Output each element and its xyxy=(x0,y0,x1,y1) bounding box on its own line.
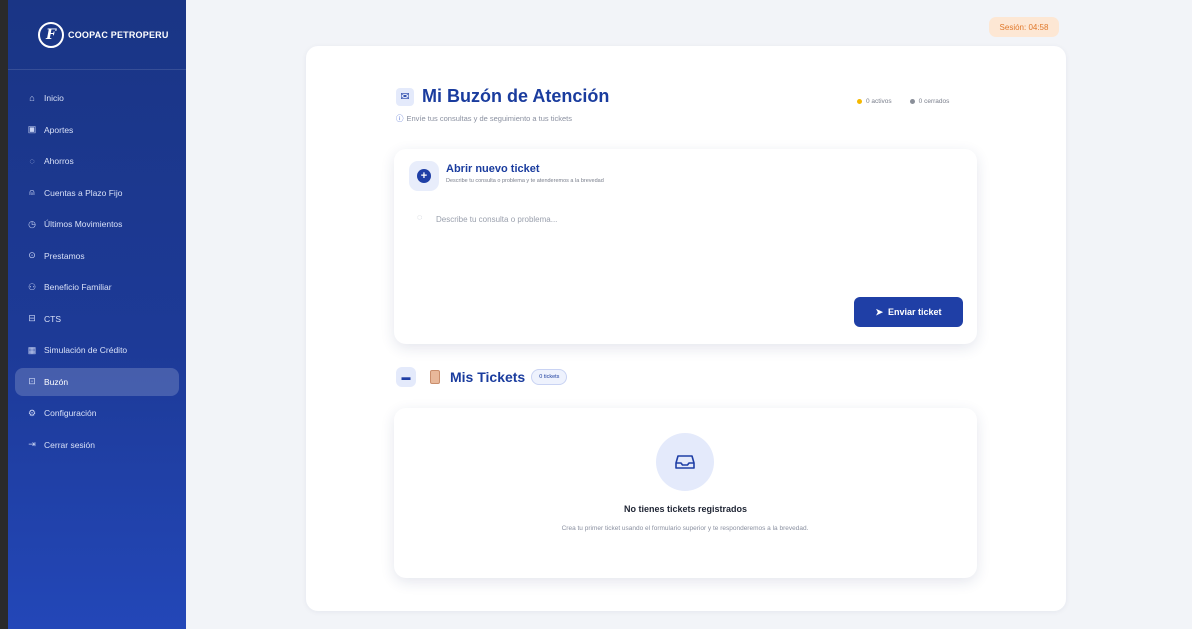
clock-icon: ◷ xyxy=(28,218,36,229)
inbox-tray-icon xyxy=(675,455,695,469)
session-timer: Sesión: 04:58 xyxy=(989,17,1059,37)
gear-icon: ⚙ xyxy=(27,407,37,418)
sidebar-item-label: CTS xyxy=(44,313,61,324)
sidebar-item-aportes[interactable]: ▣ Aportes xyxy=(15,116,179,144)
window-edge xyxy=(0,0,8,629)
sidebar-item-label: Inicio xyxy=(44,93,64,103)
mailbox-panel: ✉ Mi Buzón de Atención ⓘ Envíe tus consul… xyxy=(306,46,1066,611)
my-tickets-header: ▬ Mis Tickets 0 tickets xyxy=(396,367,568,387)
family-icon: ⚇ xyxy=(27,281,37,292)
page-title: Mi Buzón de Atención xyxy=(422,86,610,106)
inbox-icon: ⊡ xyxy=(28,376,36,386)
ticket-message-input[interactable] xyxy=(416,211,916,227)
sidebar-item-label: Simulación de Crédito xyxy=(44,345,128,355)
add-ticket-icon-wrap: + xyxy=(409,161,439,191)
clipboard-icon xyxy=(430,370,440,384)
home-icon: ⌂ xyxy=(29,93,35,103)
empty-state-description: Crea tu primer ticket usando el formular… xyxy=(561,525,809,532)
piggy-bank-icon: ◌ xyxy=(29,156,35,166)
envelope-icon: ✉ xyxy=(396,87,414,106)
sidebar-item-ultimos-movimientos[interactable]: ◷ Últimos Movimientos xyxy=(15,210,179,238)
my-tickets-title: Mis Tickets xyxy=(450,369,526,385)
sidebar-item-label: Cuentas a Plazo Fijo xyxy=(44,187,123,198)
sidebar-item-label: Ahorros xyxy=(44,156,74,166)
new-ticket-subtitle: Describe tu consulta o problema y te ate… xyxy=(446,178,604,184)
sidebar-item-cts[interactable]: ⊟ CTS xyxy=(15,305,179,333)
briefcase-icon: ⊟ xyxy=(28,313,36,323)
sidebar-item-label: Beneficio Familiar xyxy=(44,282,112,292)
lock-icon: ⍝ xyxy=(29,187,35,197)
stat-active: 0 activos xyxy=(857,98,892,105)
paper-plane-icon: ➤ xyxy=(875,306,883,317)
calculator-icon: ▦ xyxy=(27,344,37,355)
main-content: Sesión: 04:58 ✉ Mi Buzón de Atención ⓘ En… xyxy=(186,0,1192,629)
subtitle-text: Envíe tus consultas y de seguimiento a t… xyxy=(406,114,573,123)
tickets-count-badge: 0 tickets xyxy=(531,369,568,385)
sidebar-item-label: Últimos Movimientos xyxy=(44,219,123,229)
stat-active-label: 0 activos xyxy=(866,98,892,105)
active-dot-icon xyxy=(857,98,862,104)
sidebar-item-simulacion-de-credito[interactable]: ▦ Simulación de Crédito xyxy=(15,336,179,364)
ticket-stats: 0 activos 0 cerrados xyxy=(857,98,949,105)
empty-state-title: No tienes tickets registrados xyxy=(623,504,748,514)
ticket-icon: ▬ xyxy=(396,367,416,387)
sidebar-item-label: Prestamos xyxy=(44,250,85,261)
new-ticket-title: Abrir nuevo ticket xyxy=(446,163,540,175)
sidebar-item-beneficio-familiar[interactable]: ⚇ Beneficio Familiar xyxy=(15,273,179,301)
stat-closed: 0 cerrados xyxy=(909,98,950,105)
send-ticket-button[interactable]: ➤ Enviar ticket xyxy=(854,297,963,327)
logout-icon: ⇥ xyxy=(28,439,36,449)
sidebar-item-label: Cerrar sesión xyxy=(44,439,96,450)
brand-logo: F COOPAC PETROPERU xyxy=(8,0,186,70)
empty-tickets-card: No tienes tickets registrados Crea tu pr… xyxy=(394,408,977,578)
money-icon: ▣ xyxy=(27,124,37,134)
new-ticket-card: + Abrir nuevo ticket Describe tu consult… xyxy=(394,149,977,344)
coin-icon: ⊙ xyxy=(28,250,36,260)
sidebar-item-label: Aportes xyxy=(44,124,74,135)
plus-icon: + xyxy=(417,169,431,183)
brand-name: COOPAC PETROPERU xyxy=(68,29,169,40)
stat-closed-label: 0 cerrados xyxy=(918,98,950,105)
empty-inbox-icon-wrap xyxy=(656,433,714,491)
sidebar-item-ahorros[interactable]: ◌ Ahorros xyxy=(15,147,179,175)
coopac-logo-icon: F xyxy=(38,21,64,48)
page-header: ✉ Mi Buzón de Atención xyxy=(396,86,609,107)
sidebar-item-inicio[interactable]: ⌂ Inicio xyxy=(15,84,179,112)
sidebar-item-cuentas-a-plazo-fijo[interactable]: ⍝ Cuentas a Plazo Fijo xyxy=(15,179,179,207)
send-ticket-label: Enviar ticket xyxy=(888,307,942,317)
sidebar-item-buzon[interactable]: ⊡ Buzón xyxy=(15,367,179,396)
sidebar-item-label: Buzón xyxy=(44,376,69,387)
sidebar: F COOPAC PETROPERU ⌂ Inicio ▣ Aportes ◌ Ahorr… xyxy=(8,0,186,629)
closed-dot-icon xyxy=(909,98,915,104)
sidebar-item-configuracion[interactable]: ⚙ Configuración xyxy=(15,399,179,427)
sidebar-item-label: Configuración xyxy=(44,408,97,418)
page-subtitle: ⓘ Envíe tus consultas y de seguimiento a … xyxy=(396,113,572,124)
sidebar-nav: ⌂ Inicio ▣ Aportes ◌ Ahorros ⍝ Cuentas a Plazo … xyxy=(8,70,186,459)
sidebar-item-prestamos[interactable]: ⊙ Prestamos xyxy=(15,242,179,270)
sidebar-item-cerrar-sesion[interactable]: ⇥ Cerrar sesión xyxy=(15,431,179,459)
info-icon: ⓘ xyxy=(396,114,404,123)
